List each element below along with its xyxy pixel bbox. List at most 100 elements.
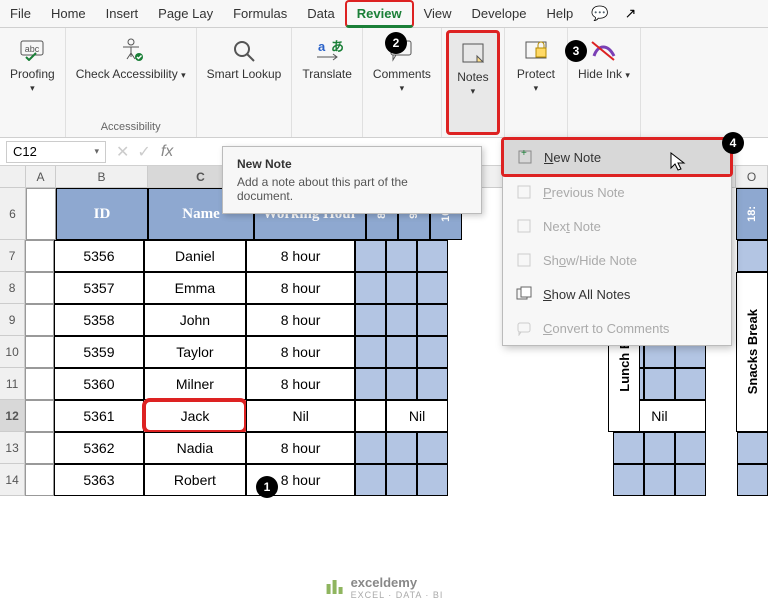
row-header[interactable]: 11 <box>0 368 25 400</box>
cell-name[interactable]: Nadia <box>144 432 247 464</box>
cell-name[interactable]: Daniel <box>144 240 247 272</box>
cell-working-hour[interactable]: 8 hour <box>246 368 355 400</box>
check-accessibility-button[interactable]: Check Accessibility ▾ <box>70 30 192 121</box>
cell[interactable] <box>25 464 54 496</box>
cell-id[interactable]: 5358 <box>54 304 143 336</box>
name-box[interactable]: C12 ▾ <box>6 141 106 163</box>
row-header[interactable]: 10 <box>0 336 25 368</box>
cell-nil[interactable]: Nil <box>386 400 448 432</box>
menu-new-note[interactable]: + New Note <box>504 140 730 174</box>
row-header[interactable]: 12 <box>0 400 25 432</box>
cell[interactable] <box>386 336 417 368</box>
tab-review[interactable]: Review <box>345 0 414 28</box>
tab-developer[interactable]: Develope <box>462 2 537 25</box>
cell[interactable] <box>417 272 448 304</box>
cell-name[interactable]: Emma <box>144 272 247 304</box>
col-header-B[interactable]: B <box>56 166 148 188</box>
cell[interactable] <box>417 304 448 336</box>
cell[interactable] <box>417 336 448 368</box>
cell-id[interactable]: 5360 <box>54 368 143 400</box>
cell[interactable] <box>386 272 417 304</box>
col-header-O[interactable]: O <box>736 166 768 188</box>
cell-id[interactable]: 5362 <box>54 432 143 464</box>
cell-working-hour[interactable]: 8 hour <box>246 432 355 464</box>
cell[interactable] <box>355 400 386 432</box>
comments-pane-icon[interactable]: 💬 <box>583 1 616 26</box>
cell[interactable] <box>355 336 386 368</box>
cell[interactable] <box>25 240 54 272</box>
cell[interactable] <box>355 432 386 464</box>
cell[interactable] <box>25 432 54 464</box>
tab-formulas[interactable]: Formulas <box>223 2 297 25</box>
row-header[interactable]: 8 <box>0 272 25 304</box>
cell[interactable] <box>417 464 448 496</box>
cell-working-hour[interactable]: 8 hour <box>246 240 355 272</box>
show-hide-note-icon <box>515 251 533 269</box>
tab-file[interactable]: File <box>0 2 41 25</box>
cell[interactable] <box>25 304 54 336</box>
row-header[interactable]: 14 <box>0 464 25 496</box>
cell[interactable] <box>386 304 417 336</box>
cell[interactable] <box>417 432 448 464</box>
row-header[interactable]: 6 <box>0 188 26 240</box>
tab-page-layout[interactable]: Page Lay <box>148 2 223 25</box>
cell-name[interactable]: Robert <box>144 464 247 496</box>
table-header-id[interactable]: ID <box>56 188 148 240</box>
row-header[interactable]: 7 <box>0 240 25 272</box>
proofing-label: Proofing <box>10 68 55 81</box>
cell[interactable] <box>417 240 448 272</box>
cell-id[interactable]: 5359 <box>54 336 143 368</box>
translate-button[interactable]: aあ Translate <box>296 30 358 135</box>
cell[interactable] <box>737 240 768 272</box>
cell-name[interactable]: John <box>144 304 247 336</box>
share-icon[interactable]: ↗ <box>617 1 645 26</box>
cell-id[interactable]: 5356 <box>54 240 143 272</box>
menu-show-all-notes[interactable]: Show All Notes <box>503 277 731 311</box>
cell[interactable] <box>737 464 768 496</box>
cell[interactable] <box>26 188 56 240</box>
fx-icon[interactable]: fx <box>155 143 179 161</box>
cell[interactable] <box>25 336 54 368</box>
cell-working-hour[interactable]: 8 hour <box>246 272 355 304</box>
cell-working-hour[interactable]: 8 hour <box>246 304 355 336</box>
cell[interactable] <box>25 272 54 304</box>
cell[interactable] <box>25 400 54 432</box>
cell[interactable] <box>355 464 386 496</box>
cell[interactable] <box>355 304 386 336</box>
protect-icon <box>520 34 552 66</box>
cell-working-hour[interactable]: Nil <box>246 400 355 432</box>
cell[interactable] <box>737 432 768 464</box>
cell[interactable] <box>386 368 417 400</box>
snacks-break-cell[interactable]: Snacks Break <box>736 272 768 432</box>
col-header-A[interactable]: A <box>26 166 56 188</box>
smart-lookup-button[interactable]: Smart Lookup <box>201 30 288 135</box>
notes-button[interactable]: Notes ▾ <box>446 30 500 135</box>
cell[interactable] <box>386 464 417 496</box>
tab-insert[interactable]: Insert <box>96 2 149 25</box>
row-header[interactable]: 9 <box>0 304 25 336</box>
tab-data[interactable]: Data <box>297 2 344 25</box>
row-header[interactable]: 13 <box>0 432 25 464</box>
cell-id[interactable]: 5363 <box>54 464 143 496</box>
select-all-corner[interactable] <box>0 166 26 188</box>
tab-home[interactable]: Home <box>41 2 96 25</box>
cell[interactable] <box>386 432 417 464</box>
cell[interactable] <box>355 240 386 272</box>
cell-name[interactable]: Milner <box>144 368 247 400</box>
protect-button[interactable]: Protect ▾ <box>509 30 563 135</box>
enter-icon: ✓ <box>133 142 154 162</box>
cell-name[interactable]: Jack <box>144 400 247 432</box>
cell[interactable] <box>25 368 54 400</box>
tab-view[interactable]: View <box>414 2 462 25</box>
cell[interactable] <box>386 240 417 272</box>
table-header-18[interactable]: 18: <box>736 188 768 240</box>
proofing-button[interactable]: abc Proofing ▾ <box>4 30 61 135</box>
cell-id[interactable]: 5361 <box>54 400 143 432</box>
cell-id[interactable]: 5357 <box>54 272 143 304</box>
tab-help[interactable]: Help <box>536 2 583 25</box>
cell[interactable] <box>417 368 448 400</box>
cell[interactable] <box>355 368 386 400</box>
cell-name[interactable]: Taylor <box>144 336 247 368</box>
cell-working-hour[interactable]: 8 hour <box>246 336 355 368</box>
cell[interactable] <box>355 272 386 304</box>
